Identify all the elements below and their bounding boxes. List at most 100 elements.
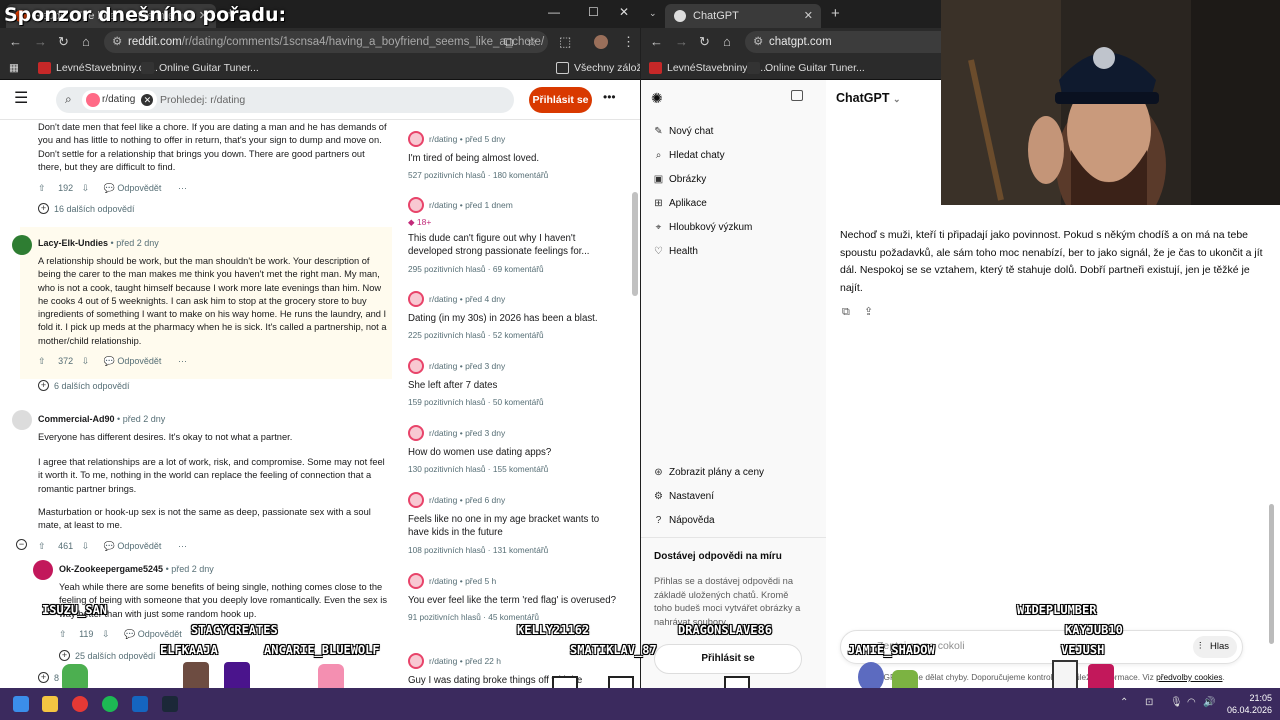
back-icon[interactable]: ← (9, 34, 22, 50)
related-post[interactable]: r/dating • před 4 dny Dating (in my 30s)… (408, 289, 622, 342)
maximize-icon[interactable]: ☐ (588, 5, 599, 19)
reply-button[interactable]: 💬 Odpovědět (104, 541, 162, 551)
sidebar-item-apps[interactable]: ⊞ Aplikace (653, 196, 707, 212)
downvote-icon[interactable]: ⇩ (102, 629, 110, 639)
downvote-icon[interactable]: ⇩ (82, 356, 90, 366)
close-tab-icon[interactable]: ✕ (804, 4, 813, 28)
forward-icon[interactable]: → (675, 34, 688, 50)
openai-logo-icon[interactable]: ✺ (651, 90, 663, 107)
spotify-icon[interactable] (102, 696, 118, 712)
related-posts-sidebar: r/dating • před 5 dny I'm tired of being… (400, 121, 630, 688)
apps-icon[interactable]: ▦ (9, 60, 19, 76)
tray-chevron-icon[interactable]: ⌃ (1120, 697, 1128, 708)
start-icon[interactable] (13, 696, 29, 712)
install-app-icon[interactable]: ⧉ (504, 34, 513, 50)
sidebar-item-health[interactable]: ♡ Health (653, 244, 698, 260)
comment-more-icon[interactable]: ··· (178, 183, 187, 193)
post-comments: 180 komentářů (492, 170, 549, 181)
site-info-icon[interactable]: ⚙ (753, 31, 763, 53)
mic-icon[interactable]: 🎙 (1170, 697, 1183, 708)
network-icon[interactable]: ⊡ (1145, 697, 1153, 708)
sidebar-item-help[interactable]: ? Nápověda (653, 513, 715, 529)
back-icon[interactable]: ← (650, 34, 663, 50)
voice-button[interactable]: ⫶ Hlas (1193, 636, 1237, 658)
ls-favicon-icon (649, 62, 662, 74)
reload-icon[interactable]: ↻ (58, 34, 69, 50)
comment-author[interactable]: Lacy-Elk-Undies (38, 238, 108, 248)
reload-icon[interactable]: ↻ (699, 34, 710, 50)
comment-more-icon[interactable]: ··· (178, 541, 187, 551)
minimize-icon[interactable]: — (548, 5, 560, 19)
tab-title: ChatGPT (693, 10, 739, 22)
clock[interactable]: 21:05 06.04.2026 (1227, 692, 1272, 716)
copy-icon[interactable]: ⧉ (842, 306, 850, 319)
upvote-icon[interactable]: ⇧ (59, 629, 67, 639)
new-tab-icon[interactable]: + (831, 4, 840, 24)
share-icon[interactable]: ⇪ (864, 305, 873, 318)
upvote-icon[interactable]: ⇧ (38, 183, 46, 193)
downvote-icon[interactable]: ⇩ (82, 183, 90, 193)
extensions-icon[interactable]: ⬚ (559, 34, 571, 50)
profile-avatar[interactable] (594, 35, 608, 49)
browser-icon[interactable] (72, 696, 88, 712)
community-filter-chip[interactable]: r/dating ✕ (82, 90, 158, 110)
related-post[interactable]: r/dating • před 3 dny She left after 7 d… (408, 356, 622, 409)
sidebar-item-plans[interactable]: ⊛ Zobrazit plány a ceny (653, 465, 764, 481)
sidebar-item-search[interactable]: ⌕ Hledat chaty (653, 148, 725, 164)
reply-button[interactable]: 💬 Odpovědět (104, 356, 162, 366)
related-post[interactable]: r/dating • před 6 dny Feels like no one … (408, 490, 622, 557)
tab-chatgpt[interactable]: ChatGPT ✕ (665, 4, 821, 28)
browser-menu-icon[interactable]: ⋮ (622, 34, 635, 50)
more-replies-link[interactable]: +16 dalších odpovědí (38, 202, 135, 216)
file-explorer-icon[interactable] (42, 696, 58, 712)
model-selector[interactable]: ChatGPT ⌄ (836, 91, 901, 105)
sidebar-toggle-icon[interactable] (791, 90, 803, 101)
reply-button[interactable]: 💬 Odpovědět (124, 629, 182, 639)
close-window-icon[interactable]: ✕ (619, 5, 629, 19)
reply-button[interactable]: 💬 Odpovědět (104, 183, 162, 193)
more-replies-link[interactable]: +6 dalších odpovědí (38, 379, 130, 393)
related-post[interactable]: r/dating • před 5 dny I'm tired of being… (408, 129, 622, 182)
tab-search-icon[interactable]: ⌄ (649, 8, 657, 19)
site-info-icon[interactable]: ⚙ (112, 31, 122, 53)
hamburger-menu-icon[interactable]: ☰ (14, 90, 28, 108)
upvote-icon[interactable]: ⇧ (38, 356, 46, 366)
home-icon[interactable]: ⌂ (723, 34, 731, 50)
scrollbar[interactable] (632, 192, 638, 296)
search-input[interactable]: ⌕ r/dating ✕ Prohledej: r/dating (56, 87, 514, 113)
sidebar-item-deep-research[interactable]: ⌖ Hloubkový výzkum (653, 220, 753, 236)
sidebar-item-images[interactable]: ▣ Obrázky (653, 172, 706, 188)
address-bar[interactable]: ⚙ reddit.com/r/dating/comments/1scnsa4/ha… (104, 31, 548, 53)
steam-icon[interactable] (162, 696, 178, 712)
wifi-icon[interactable]: ◠ (1187, 697, 1196, 708)
sidebar-item-settings[interactable]: ⚙ Nastavení (653, 489, 714, 505)
upvote-icon[interactable]: ⇧ (38, 541, 46, 551)
comment-more-icon[interactable]: ··· (178, 356, 187, 366)
bookmark-item[interactable]: Online Guitar Tuner... (141, 60, 259, 76)
bookmark-item[interactable]: LevnéStavebniny.cz... (38, 60, 158, 76)
forward-icon[interactable]: → (34, 34, 47, 50)
scrollbar[interactable] (1269, 504, 1274, 644)
bookmark-item[interactable]: Online Guitar Tuner... (747, 60, 865, 76)
volume-icon[interactable]: 🔊 (1203, 697, 1215, 708)
more-replies-link[interactable]: +8 (38, 671, 59, 685)
comment-author[interactable]: Ok-Zookeepergame5245 (59, 564, 163, 574)
comment-author[interactable]: Commercial-Ad90 (38, 414, 115, 424)
collapse-icon[interactable]: − (16, 539, 27, 550)
all-bookmarks[interactable]: Všechny záložky (556, 60, 640, 76)
home-icon[interactable]: ⌂ (82, 34, 90, 50)
bookmark-star-icon[interactable]: ☆ (526, 34, 538, 50)
login-button[interactable]: Přihlásit se (529, 87, 592, 113)
sidebar-login-button[interactable]: Přihlásit se (654, 644, 802, 674)
app-icon[interactable] (132, 696, 148, 712)
downvote-icon[interactable]: ⇩ (82, 541, 90, 551)
remove-filter-icon[interactable]: ✕ (141, 94, 154, 106)
related-post[interactable]: r/dating • před 5 h You ever feel like t… (408, 571, 622, 624)
more-replies-link[interactable]: +25 dalších odpovědí (59, 649, 156, 663)
related-post[interactable]: r/dating • před 3 dny How do women use d… (408, 423, 622, 476)
subreddit-avatar (408, 573, 424, 589)
related-post[interactable]: r/dating • před 1 dnem ◆ 18+ This dude c… (408, 195, 622, 276)
cookie-preferences-link[interactable]: předvolby cookies (1156, 672, 1222, 682)
sidebar-item-new-chat[interactable]: ✎ Nový chat (653, 124, 713, 140)
more-options-icon[interactable]: ••• (603, 90, 616, 104)
